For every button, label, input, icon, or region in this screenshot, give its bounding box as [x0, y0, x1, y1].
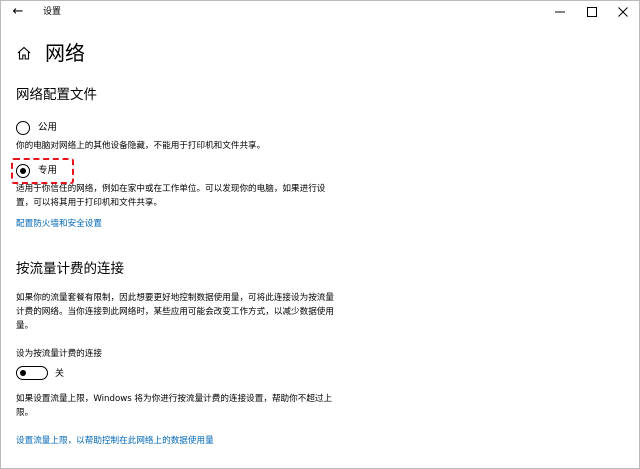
- minimize-button[interactable]: [546, 0, 574, 24]
- network-profile-heading: 网络配置文件: [16, 87, 97, 103]
- set-data-limit-link[interactable]: 设置流量上限，以帮助控制在此网络上的数据使用量: [16, 434, 214, 448]
- maximize-button[interactable]: [578, 0, 606, 24]
- page-title: 网络: [45, 41, 85, 65]
- metered-toggle-state: 关: [55, 369, 65, 379]
- close-icon: [618, 7, 628, 17]
- back-button[interactable]: ←: [8, 3, 28, 21]
- toggle-knob: [20, 369, 26, 376]
- metered-toggle-label: 设为按流量计费的连接: [16, 349, 102, 359]
- metered-description: 如果你的流量套餐有限制，因此想要更好地控制数据使用量，可将此连接设为按流量计费的…: [16, 293, 334, 331]
- public-description: 你的电脑对网络上的其他设备隐藏，不能用于打印机和文件共享。: [16, 141, 266, 151]
- maximize-icon: [587, 7, 597, 17]
- firewall-settings-link[interactable]: 配置防火墙和安全设置: [16, 217, 102, 231]
- private-description: 适用于你信任的网络，例如在家中或在工作单位。可以发现你的电脑，如果进行设置，可以…: [16, 184, 326, 208]
- home-icon[interactable]: [16, 45, 32, 61]
- title-bar: ← 设置: [0, 0, 640, 24]
- back-arrow-icon: ←: [12, 4, 24, 19]
- radio-public-label[interactable]: 公用: [38, 121, 57, 135]
- data-limit-note: 如果设置流量上限，Windows 将为你进行按流量计费的连接设置，帮助你不超过上…: [16, 394, 333, 418]
- metered-connection-heading: 按流量计费的连接: [16, 261, 124, 277]
- metered-toggle[interactable]: [16, 366, 48, 380]
- app-title: 设置: [43, 7, 62, 17]
- close-button[interactable]: [609, 0, 637, 24]
- minimize-icon: [555, 11, 565, 13]
- radio-public[interactable]: [16, 121, 30, 135]
- private-option-highlight: [11, 158, 74, 184]
